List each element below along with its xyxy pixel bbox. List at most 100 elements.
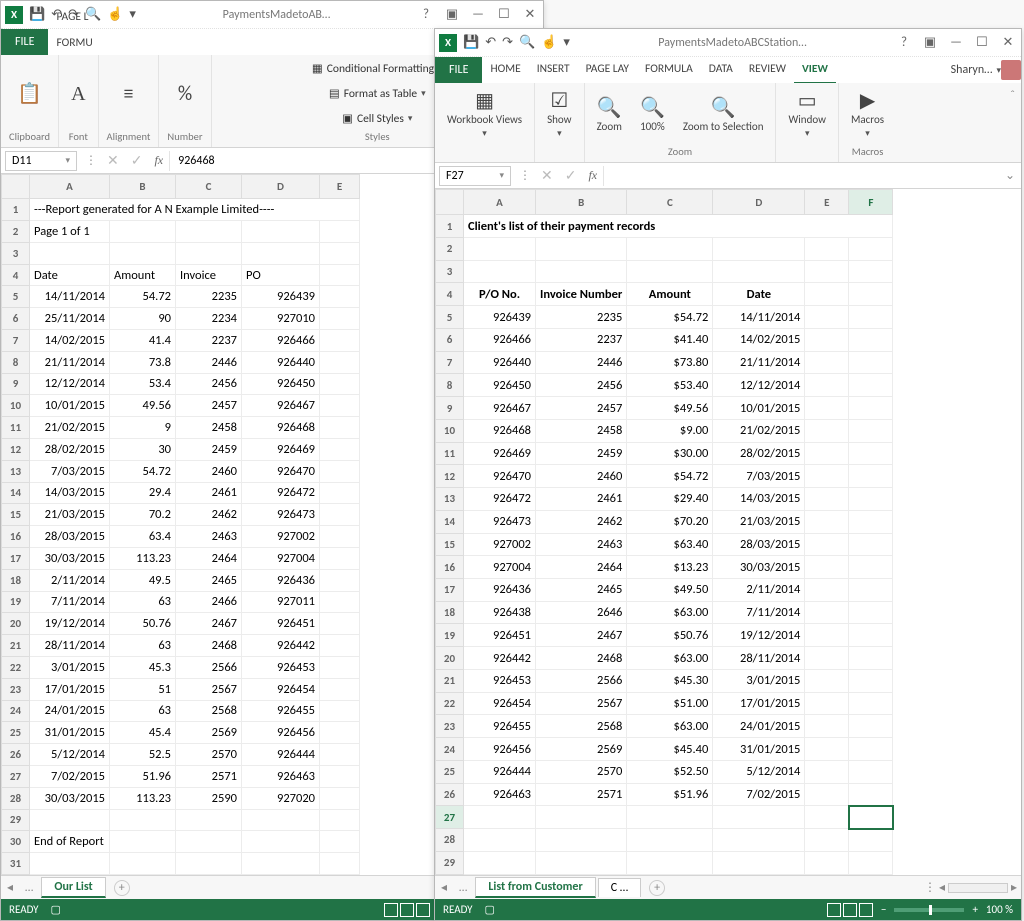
cell[interactable]: 19/12/2014 [713, 624, 805, 647]
cell[interactable]: 2237 [536, 328, 627, 351]
cell[interactable] [849, 829, 893, 852]
cell[interactable] [242, 809, 320, 831]
cell[interactable] [849, 851, 893, 874]
row-header[interactable]: 8 [2, 351, 30, 373]
cell[interactable] [110, 809, 176, 831]
cell[interactable]: $45.40 [627, 738, 713, 761]
cell[interactable] [320, 460, 360, 482]
col-header[interactable]: E [805, 190, 849, 215]
cell[interactable]: 2467 [176, 613, 242, 635]
cell[interactable] [320, 853, 360, 875]
cell[interactable]: 41.4 [110, 330, 176, 352]
cell[interactable] [320, 787, 360, 809]
cell[interactable]: 2466 [176, 591, 242, 613]
cell[interactable] [242, 221, 320, 243]
cell[interactable]: 926454 [464, 692, 536, 715]
sheet-tab-2[interactable]: C … [598, 878, 641, 897]
cell[interactable]: 63 [110, 635, 176, 657]
cell[interactable]: 927011 [242, 591, 320, 613]
row-header[interactable]: 18 [2, 569, 30, 591]
format-as-table-button[interactable]: ▤Format as Table▾ [329, 86, 426, 101]
expand-formula-icon[interactable]: ⌄ [999, 168, 1021, 183]
cell[interactable] [320, 765, 360, 787]
cell[interactable]: 2468 [176, 635, 242, 657]
cell[interactable] [805, 829, 849, 852]
cell[interactable]: 7/02/2015 [30, 765, 110, 787]
cell[interactable]: 14/02/2015 [30, 330, 110, 352]
row-header[interactable]: 25 [2, 722, 30, 744]
macro-record-icon[interactable]: ▢ [485, 903, 495, 916]
cell[interactable] [320, 700, 360, 722]
cell[interactable]: Date [713, 283, 805, 306]
cell[interactable]: 926450 [242, 373, 320, 395]
col-header[interactable]: A [30, 175, 110, 199]
cell[interactable] [320, 526, 360, 548]
sheet-nav-prev[interactable]: … [19, 881, 39, 895]
spreadsheet-grid-right[interactable]: ABCDEF1Client's list of their payment re… [435, 189, 893, 875]
cell[interactable]: 14/11/2014 [30, 286, 110, 308]
enter-formula-icon[interactable]: ✓ [125, 152, 149, 169]
font-button[interactable]: A [67, 82, 89, 106]
cell[interactable]: 2569 [536, 738, 627, 761]
cell[interactable]: $49.50 [627, 579, 713, 602]
row-header[interactable]: 7 [2, 330, 30, 352]
col-header[interactable]: B [536, 190, 627, 215]
cell[interactable]: 30/03/2015 [713, 556, 805, 579]
cancel-formula-icon[interactable]: ✕ [535, 167, 559, 184]
redo-icon[interactable]: ↷ [502, 35, 513, 50]
cell[interactable]: 28/11/2014 [30, 635, 110, 657]
help-icon[interactable]: ? [417, 7, 435, 22]
cell[interactable]: 2457 [176, 395, 242, 417]
cell[interactable]: Invoice [176, 264, 242, 286]
cancel-formula-icon[interactable]: ✕ [101, 152, 125, 169]
zoom-out-icon[interactable]: − [881, 903, 886, 916]
sheet-nav-first-icon[interactable]: ◂ [435, 880, 453, 895]
sheet-nav-prev[interactable]: … [453, 881, 473, 895]
tab-view[interactable]: VIEW [794, 56, 836, 84]
tab-file[interactable]: FILE [1, 29, 48, 55]
cell[interactable]: 2458 [176, 417, 242, 439]
cell[interactable]: $9.00 [627, 419, 713, 442]
sheet-nav-first-icon[interactable]: ◂ [1, 880, 19, 895]
cell[interactable] [320, 373, 360, 395]
cell[interactable]: 927002 [464, 533, 536, 556]
cell[interactable]: 5/12/2014 [713, 760, 805, 783]
cell[interactable]: 2571 [176, 765, 242, 787]
hscroll-track[interactable] [948, 883, 1008, 893]
cell[interactable] [627, 806, 713, 829]
cell[interactable]: 2467 [536, 624, 627, 647]
cell[interactable]: 927020 [242, 787, 320, 809]
cell[interactable]: 5/12/2014 [30, 744, 110, 766]
cell[interactable]: $63.40 [627, 533, 713, 556]
cell[interactable] [320, 286, 360, 308]
cell[interactable] [320, 417, 360, 439]
cell[interactable]: 926440 [464, 351, 536, 374]
cell[interactable]: $51.00 [627, 692, 713, 715]
cell[interactable]: 2567 [536, 692, 627, 715]
cell[interactable]: 926439 [464, 306, 536, 329]
cell[interactable]: P/O No. [464, 283, 536, 306]
cell[interactable] [110, 853, 176, 875]
cell[interactable]: 926463 [242, 765, 320, 787]
cell[interactable]: 926470 [242, 460, 320, 482]
row-header[interactable]: 13 [2, 460, 30, 482]
cell[interactable]: 2463 [176, 526, 242, 548]
cell[interactable]: 28/03/2015 [30, 526, 110, 548]
cell[interactable] [242, 831, 320, 853]
view-mode-buttons[interactable] [827, 903, 873, 917]
row-header[interactable]: 31 [2, 853, 30, 875]
cell[interactable]: 63 [110, 591, 176, 613]
tab-pagelay[interactable]: PAGE LAY [578, 56, 637, 84]
cell[interactable]: 2234 [176, 308, 242, 330]
cell[interactable] [176, 831, 242, 853]
cell[interactable]: $63.00 [627, 647, 713, 670]
col-header[interactable]: C [627, 190, 713, 215]
cell[interactable] [320, 722, 360, 744]
cell[interactable]: $50.76 [627, 624, 713, 647]
cell[interactable] [320, 591, 360, 613]
save-icon[interactable]: 💾 [463, 35, 479, 50]
cell[interactable] [30, 809, 110, 831]
cell[interactable]: 49.5 [110, 569, 176, 591]
cell[interactable]: 2459 [536, 442, 627, 465]
cell[interactable]: 45.4 [110, 722, 176, 744]
